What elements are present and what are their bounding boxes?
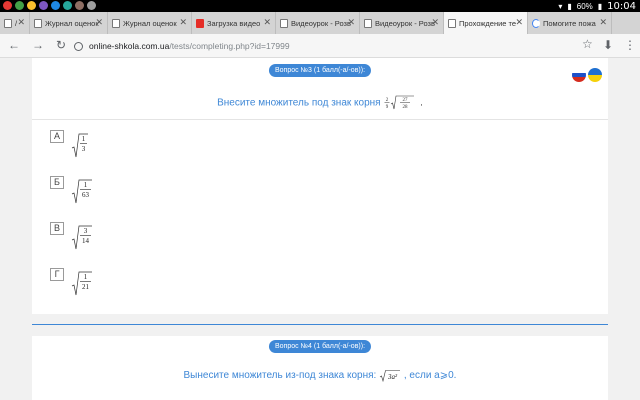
tab-title: Помогите пожа xyxy=(543,18,596,28)
tab-title: Журнал оценок xyxy=(45,18,99,28)
close-icon[interactable]: ✕ xyxy=(179,17,187,28)
radicand: 3a² xyxy=(387,373,398,381)
doc-icon xyxy=(34,18,42,28)
russian-flag-icon[interactable] xyxy=(572,68,586,82)
browser-tab[interactable]: Журнал оценок ✕ xyxy=(108,12,192,34)
tab-strip: / ✕ Журнал оценок ✕ Журнал оценок ✕ Загр… xyxy=(0,12,640,34)
menu-icon[interactable]: ⋮ xyxy=(624,38,636,52)
answer-numerator: 1 xyxy=(84,273,88,281)
doc-icon xyxy=(280,18,288,28)
answer-radical: 1 63 xyxy=(71,179,92,204)
question-prompt: Вынесите множитель из-под знака корня: xyxy=(183,370,377,382)
answer-numerator: 3 xyxy=(84,227,88,235)
site-info-icon[interactable] xyxy=(74,41,83,51)
close-icon[interactable]: ✕ xyxy=(95,17,103,28)
browser-tab[interactable]: Видеоурок - Розв ✕ xyxy=(276,12,360,34)
answer-option-b[interactable]: Б 1 63 xyxy=(50,176,96,204)
answer-denominator: 14 xyxy=(82,237,90,245)
question-title-badge: Вопрос №3 (1 балл(-а/-ов)): xyxy=(268,64,372,77)
browser-tab[interactable]: / ✕ xyxy=(0,12,30,34)
question-text: Внесите множитель под знак корня 2 9 27 … xyxy=(32,95,608,111)
question-divider xyxy=(32,324,608,325)
tab-title: Журнал оценок xyxy=(123,18,177,28)
notification-icons xyxy=(3,1,96,10)
question-expression: 2 9 27 28 xyxy=(384,95,415,110)
answer-denominator: 63 xyxy=(82,191,90,199)
new-tab-area[interactable] xyxy=(612,12,640,34)
doc-icon xyxy=(448,18,456,28)
answer-option-v[interactable]: В 3 14 xyxy=(50,222,96,250)
app-icon xyxy=(3,1,12,10)
answer-numerator: 1 xyxy=(84,181,88,189)
answer-radical: 1 21 xyxy=(71,271,92,296)
browser-tab-active[interactable]: Прохождение те ✕ xyxy=(444,12,528,34)
battery-icon: ▮ xyxy=(597,1,603,11)
answer-option-g[interactable]: Г 1 21 xyxy=(50,268,96,296)
download-icon[interactable]: ⬇ xyxy=(603,38,613,52)
question-title-badge: Вопрос №4 (1 балл(-а/-ов)): xyxy=(268,340,372,353)
loading-icon xyxy=(532,18,540,28)
app-icon xyxy=(87,1,96,10)
app-icon xyxy=(75,1,84,10)
answer-numerator: 1 xyxy=(82,135,86,143)
close-icon[interactable]: ✕ xyxy=(515,17,523,28)
browser-tab[interactable]: Видеоурок - Розв ✕ xyxy=(360,12,444,34)
app-icon xyxy=(27,1,36,10)
ukrainian-flag-icon[interactable] xyxy=(588,68,602,82)
url-path: /tests/completing.php?id=17999 xyxy=(169,41,290,51)
wifi-icon: ▾ xyxy=(558,1,563,11)
answer-denominator: 21 xyxy=(82,283,90,291)
tab-title: Видеоурок - Розв xyxy=(291,18,351,28)
doc-icon xyxy=(112,18,120,28)
app-icon xyxy=(51,1,60,10)
app-icon xyxy=(15,1,24,10)
answer-option-a[interactable]: А 1 3 xyxy=(50,130,92,158)
back-arrow-icon[interactable]: ← xyxy=(8,38,20,52)
question-text: Вынесите множитель из-под знака корня: 3… xyxy=(32,369,608,382)
url-host: online-shkola.com.ua xyxy=(89,41,170,51)
answer-letter[interactable]: А xyxy=(50,130,64,143)
close-icon[interactable]: ✕ xyxy=(431,17,439,28)
page-content: Вопрос №3 (1 балл(-а/-ов)): Внесите множ… xyxy=(0,58,640,400)
close-icon[interactable]: ✕ xyxy=(263,17,271,28)
question-expression: 3a² xyxy=(379,370,401,382)
forward-arrow-icon[interactable]: → xyxy=(32,38,44,52)
doc-icon xyxy=(4,18,12,28)
tab-title: Загрузка видео xyxy=(207,18,261,28)
status-bar: ▾ ▮ 60% ▮ 10:04 xyxy=(0,0,640,12)
question-card: Вопрос №3 (1 балл(-а/-ов)): Внесите множ… xyxy=(32,58,608,314)
app-icon xyxy=(63,1,72,10)
battery-level: 60% xyxy=(576,1,593,11)
answer-letter[interactable]: В xyxy=(50,222,64,235)
radicand-denominator: 28 xyxy=(403,105,409,110)
browser-tab[interactable]: Журнал оценок ✕ xyxy=(30,12,108,34)
star-icon[interactable]: ☆ xyxy=(582,37,593,51)
signal-icon: ▮ xyxy=(567,1,572,11)
tab-title: Видеоурок - Розв xyxy=(375,18,435,28)
browser-tab[interactable]: Помогите пожа ✕ xyxy=(528,12,612,34)
youtube-icon xyxy=(196,18,204,28)
coef-denominator: 9 xyxy=(386,105,389,110)
browser-tab[interactable]: Загрузка видео ✕ xyxy=(192,12,276,34)
app-icon xyxy=(39,1,48,10)
address-bar[interactable]: online-shkola.com.ua/tests/completing.ph… xyxy=(74,36,544,56)
close-icon[interactable]: ✕ xyxy=(17,17,25,28)
question-prompt: Внесите множитель под знак корня xyxy=(217,97,381,109)
close-icon[interactable]: ✕ xyxy=(599,17,607,28)
language-switcher xyxy=(572,68,602,82)
close-icon[interactable]: ✕ xyxy=(347,17,355,28)
question-header: Вопрос №3 (1 балл(-а/-ов)): Внесите множ… xyxy=(32,58,608,120)
answer-radical: 3 14 xyxy=(71,225,92,250)
tab-title: Прохождение те xyxy=(459,18,517,28)
clock: 10:04 xyxy=(607,0,636,12)
browser-toolbar: ← → ↻ online-shkola.com.ua/tests/complet… xyxy=(0,34,640,58)
question-condition: , если a⩾0. xyxy=(403,370,457,382)
answer-radical: 1 3 xyxy=(71,133,88,158)
answer-letter[interactable]: Б xyxy=(50,176,64,189)
answer-letter[interactable]: Г xyxy=(50,268,64,281)
question-card: Вопрос №4 (1 балл(-а/-ов)): Вынесите мно… xyxy=(32,336,608,400)
answer-denominator: 3 xyxy=(82,145,86,153)
doc-icon xyxy=(364,18,372,28)
reload-icon[interactable]: ↻ xyxy=(56,38,66,52)
